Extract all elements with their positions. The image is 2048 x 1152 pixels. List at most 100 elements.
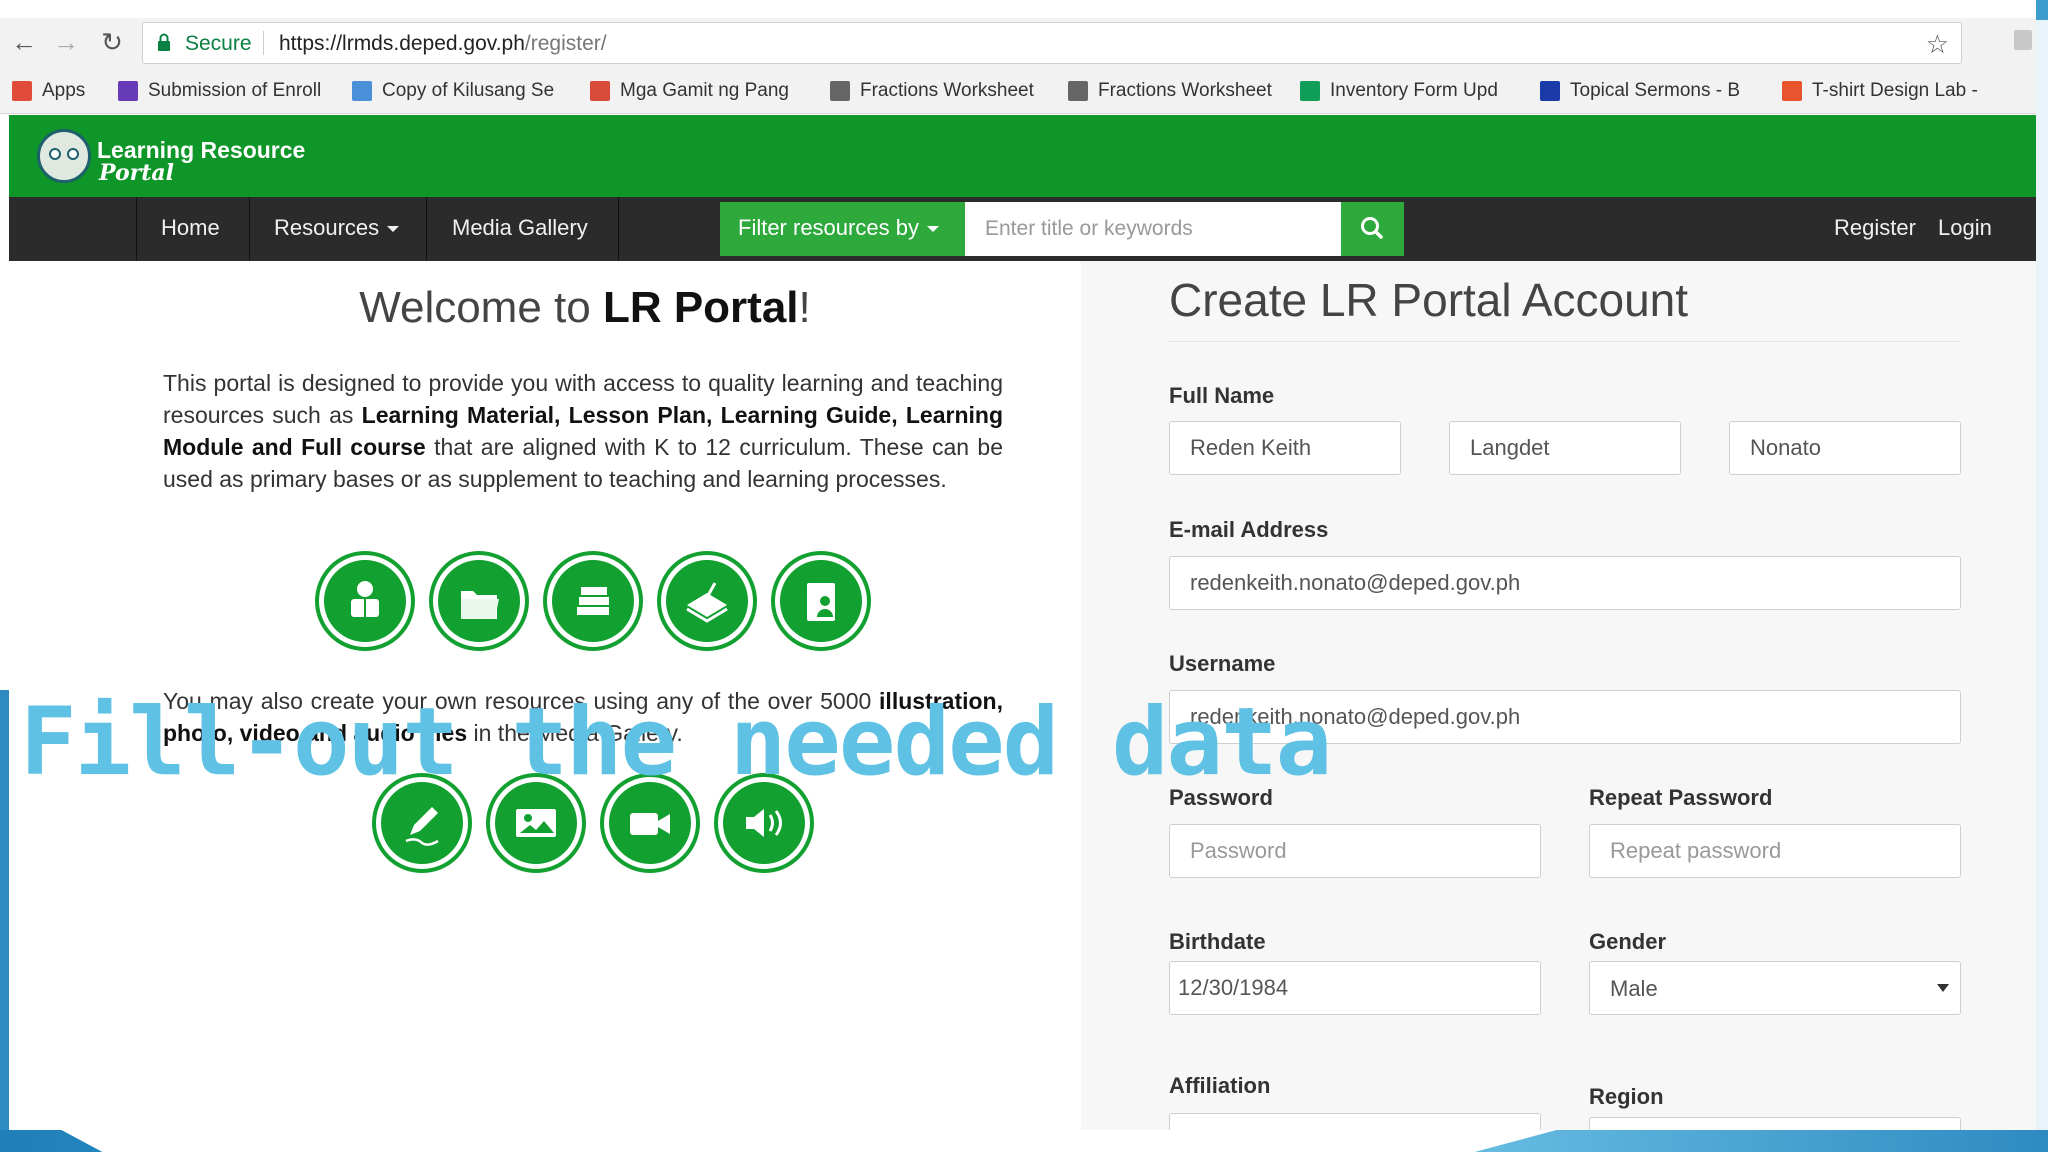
bookmark-item[interactable]: Fractions Worksheet [1068,80,1272,102]
book-person-icon[interactable] [775,555,867,647]
bookmark-item[interactable]: T-shirt Design Lab - [1782,80,1978,102]
portal-logo-icon[interactable] [37,129,91,183]
sheets-icon [1300,81,1320,101]
birthdate-field[interactable] [1169,961,1541,1015]
nav-resources-label: Resources [274,215,380,240]
password-field[interactable] [1169,824,1541,878]
gender-select[interactable]: Male [1589,961,1961,1015]
nav-divider [426,197,427,261]
slide-decoration-bottom [0,1130,2048,1152]
full-name-label: Full Name [1169,383,1275,408]
globe-icon [352,81,372,101]
birthdate-label: Birthdate [1169,929,1266,954]
form-title: Create LR Portal Account [1169,274,1689,326]
bookmark-star-icon[interactable]: ☆ [1926,29,1949,60]
url-text: https://lrmds.deped.gov.ph/register/ [279,32,607,56]
bookmarks-bar: Apps Submission of Enroll Copy of Kilusang… [0,70,2036,114]
logo-eye-left [49,148,61,160]
tl-icon [590,81,610,101]
welcome-prefix: Welcome to [359,283,603,332]
bookmark-item[interactable]: Mga Gamit ng Pang [590,80,789,102]
logo-eye-right [67,148,79,160]
register-link[interactable]: Register [1834,215,1916,241]
bookmark-item[interactable]: Inventory Form Upd [1300,80,1498,102]
email-field[interactable] [1169,556,1961,610]
bookmark-label: Topical Sermons - B [1570,80,1741,101]
bookmark-label: Fractions Worksheet [860,80,1034,101]
url-host: https://lrmds.deped.gov.ph [279,32,525,55]
intro-paragraph: This portal is designed to provide you w… [163,367,1003,495]
welcome-suffix: ! [798,283,811,332]
bookmark-item[interactable]: Copy of Kilusang Se [352,80,554,102]
extension-icon[interactable] [2014,30,2032,50]
bookmark-item[interactable]: Submission of Enroll [118,80,321,102]
gender-label: Gender [1589,929,1667,954]
slide-decoration-right [2036,20,2048,1130]
reload-icon[interactable]: ↻ [98,28,126,56]
caret-down-icon [926,226,939,233]
folder-icon[interactable] [433,555,525,647]
affiliation-field[interactable] [1169,1113,1541,1130]
page-icon [830,81,850,101]
address-separator [263,31,264,55]
affiliation-label: Affiliation [1169,1073,1271,1098]
repeat-password-field[interactable] [1589,824,1961,878]
form-icon [118,81,138,101]
secure-label: Secure [185,32,252,55]
form-divider [1169,341,1959,342]
nav-divider [618,197,619,261]
select-arrow-icon [1937,984,1949,992]
slide: ← → ↻ Secure https://lrmds.deped.gov.ph/… [0,0,2048,1152]
bookmark-label: Inventory Form Upd [1330,80,1498,101]
bookmark-item[interactable]: Apps [12,80,85,102]
nav-divider [249,197,250,261]
search-input[interactable] [965,202,1341,256]
nav-divider [136,197,137,261]
nav-home-link[interactable]: Home [161,215,220,241]
address-bar[interactable]: Secure https://lrmds.deped.gov.ph/regist… [142,22,1962,64]
slide-caption: Fill-out the needed data [20,688,1332,797]
gender-value: Male [1610,976,1658,1001]
apps-grid-icon [12,81,32,101]
url-path: /register/ [524,32,607,55]
bookmark-label: Submission of Enroll [148,80,322,101]
filter-label: Filter resources by [738,215,919,240]
bookmark-label: Mga Gamit ng Pang [620,80,789,101]
lock-icon [158,33,170,51]
bookmark-item[interactable]: Topical Sermons - B [1540,80,1740,102]
region-select[interactable] [1589,1117,1961,1130]
forward-arrow-icon[interactable]: → [52,28,80,56]
slide-decoration-left [0,690,9,1152]
bookmark-label: Apps [42,80,86,101]
search-button[interactable] [1341,202,1404,256]
bookmark-label: Copy of Kilusang Se [382,80,555,101]
books-icon[interactable] [547,555,639,647]
welcome-heading: Welcome to LR Portal! [9,283,1161,333]
login-link[interactable]: Login [1938,215,1992,241]
bookmark-label: Fractions Worksheet [1098,80,1272,101]
caret-down-icon [387,226,400,233]
search-icon [1361,217,1383,239]
nav-media-gallery-link[interactable]: Media Gallery [452,215,588,241]
filter-resources-button[interactable]: Filter resources by [720,202,965,256]
email-label: E-mail Address [1169,517,1329,542]
main-navbar: Home Resources Media Gallery Filter reso… [9,197,2036,261]
bookmark-item[interactable]: Fractions Worksheet [830,80,1034,102]
page-icon [1068,81,1088,101]
nav-resources-dropdown[interactable]: Resources [274,215,400,241]
repeat-password-label: Repeat Password [1589,785,1773,810]
first-name-field[interactable] [1169,421,1401,475]
welcome-brand: LR Portal [602,283,799,332]
site-header: Learning Resource Portal [9,115,2036,197]
logo-subtitle[interactable]: Portal [99,160,174,186]
resource-icons-row [319,555,867,647]
back-arrow-icon[interactable]: ← [10,28,38,56]
region-label: Region [1589,1084,1664,1109]
tshirt-icon [1782,81,1802,101]
last-name-field[interactable] [1729,421,1961,475]
eo-icon [1540,81,1560,101]
book-pen-icon[interactable] [661,555,753,647]
middle-name-field[interactable] [1449,421,1681,475]
username-label: Username [1169,651,1276,676]
reader-icon[interactable] [319,555,411,647]
